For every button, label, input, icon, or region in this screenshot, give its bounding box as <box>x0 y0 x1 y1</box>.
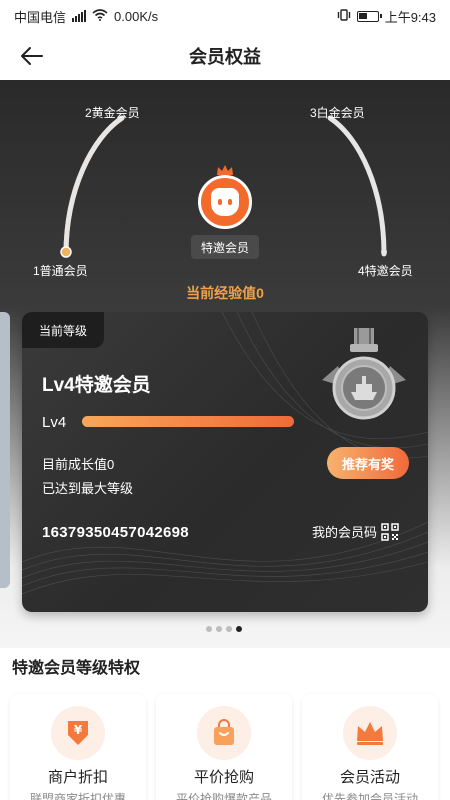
recommend-reward-button[interactable]: 推荐有奖 <box>327 447 409 479</box>
max-level-text: 已达到最大等级 <box>42 481 134 496</box>
qr-code-icon <box>381 522 399 541</box>
privilege-label: 商户折扣 <box>47 769 108 786</box>
level-label-2: 2黄金会员 <box>85 106 140 120</box>
level-label-3: 3白金会员 <box>310 106 365 120</box>
status-bar: 中国电信 0.00K/s 上午9:43 <box>0 0 450 32</box>
page-title: 会员权益 <box>189 47 261 67</box>
card-level-title: Lv4特邀会员 <box>42 375 151 396</box>
avatar <box>198 175 252 229</box>
discount-icon: ¥ <box>51 706 105 760</box>
level-label-1: 1普通会员 <box>33 264 88 278</box>
carousel-dot[interactable] <box>226 626 232 632</box>
carousel-dot[interactable] <box>216 626 222 632</box>
arrow-left-icon <box>21 47 43 65</box>
experience-text: 当前经验值0 <box>186 285 264 301</box>
level-progress-bar <box>82 416 294 427</box>
previous-level-card[interactable] <box>0 312 10 588</box>
wifi-icon <box>92 8 108 24</box>
privilege-flash-sale[interactable]: 平价抢购 平价抢购爆款产品 <box>156 694 292 800</box>
crown-icon <box>343 706 397 760</box>
medal-icon <box>322 328 406 420</box>
privilege-desc: 优先参加会员活动 <box>321 792 418 800</box>
back-button[interactable] <box>14 40 50 72</box>
carrier-text: 中国电信 <box>14 9 67 25</box>
level-dot-4 <box>381 249 387 255</box>
carousel-dot[interactable] <box>206 626 212 632</box>
level-progress-fill <box>82 416 294 427</box>
member-code-label: 我的会员码 <box>312 525 378 540</box>
header-bar: 会员权益 <box>0 32 450 80</box>
carousel-dot[interactable] <box>236 626 242 632</box>
privilege-label: 平价抢购 <box>193 769 254 786</box>
privilege-desc: 联盟商家折扣优惠 <box>29 792 126 800</box>
signal-icon <box>72 10 87 22</box>
level-dot-1 <box>60 246 72 258</box>
current-level-badge: 特邀会员 <box>191 235 259 259</box>
level-card[interactable]: 当前等级 Lv4特邀会员 Lv4 目前成长值0 已达到最大等级 推荐有奖 163… <box>22 312 428 612</box>
vibrate-icon <box>337 8 351 24</box>
network-speed: 0.00K/s <box>114 8 159 24</box>
privilege-label: 会员活动 <box>339 769 400 786</box>
current-level-tag: 当前等级 <box>22 312 104 348</box>
member-code-link[interactable]: 我的会员码 <box>312 522 399 541</box>
privileges-title: 特邀会员等级特权 <box>12 660 141 677</box>
clock-time: 上午9:43 <box>384 9 436 25</box>
battery-icon <box>356 10 382 22</box>
avatar-face-icon <box>211 188 239 216</box>
privilege-desc: 平价抢购爆款产品 <box>175 792 272 800</box>
privileges-list: ¥ 商户折扣 联盟商家折扣优惠 平价抢购 平价抢购爆款产品 会员活动 优先参加会… <box>10 694 440 800</box>
member-number: 1637935045704269‍8 <box>42 524 189 541</box>
shopping-bag-icon <box>197 706 251 760</box>
level-label-4: 4特邀会员 <box>358 264 413 278</box>
svg-text:¥: ¥ <box>74 723 83 737</box>
level-short-label: Lv4 <box>42 414 67 431</box>
growth-value-text: 目前成长值0 <box>42 457 115 472</box>
privilege-merchant-discount[interactable]: ¥ 商户折扣 联盟商家折扣优惠 <box>10 694 146 800</box>
privilege-member-events[interactable]: 会员活动 优先参加会员活动 <box>302 694 438 800</box>
carousel-dots <box>206 626 242 632</box>
